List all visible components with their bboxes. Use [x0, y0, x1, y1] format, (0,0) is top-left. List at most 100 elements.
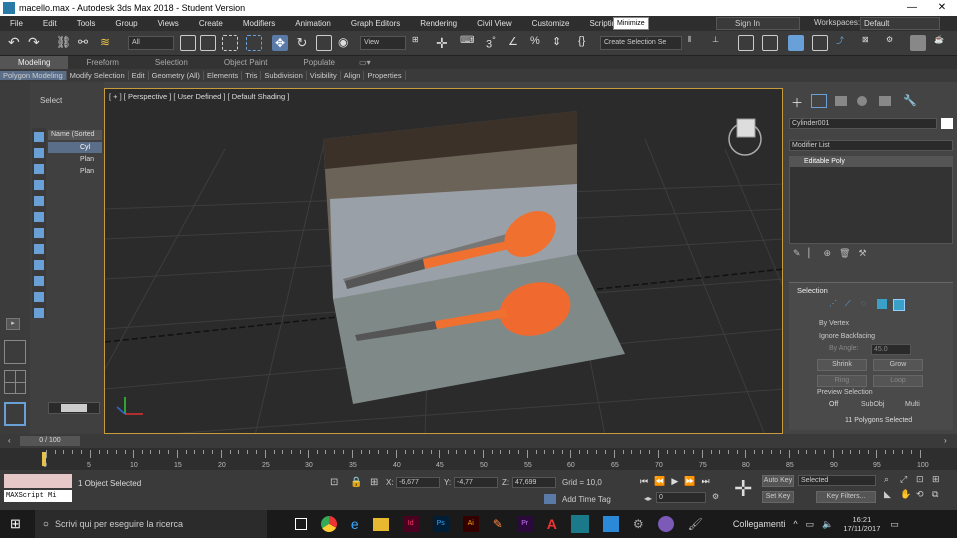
menu-views[interactable]: Views — [148, 19, 189, 28]
named-selection-dropdown[interactable]: Create Selection Se — [600, 36, 682, 50]
close-button[interactable]: ✕ — [927, 0, 957, 16]
zoom-icon[interactable]: ⌕ — [884, 474, 900, 485]
scale-icon[interactable] — [316, 35, 332, 51]
menu-animation[interactable]: Animation — [285, 19, 341, 28]
next-frame-icon[interactable]: ⏩ — [684, 476, 695, 487]
align-icon[interactable]: ⊥ — [712, 35, 728, 51]
expand-panel-icon[interactable]: ▸ — [6, 318, 20, 330]
ring-button[interactable]: Ring — [817, 375, 867, 387]
maxscript-listener-pink[interactable] — [4, 474, 72, 488]
make-unique-icon[interactable]: ⊕ — [823, 248, 831, 262]
tab-selection[interactable]: Selection — [137, 56, 206, 69]
menu-tools[interactable]: Tools — [67, 19, 106, 28]
keyboard-shortcut-icon[interactable]: ⌨ — [460, 35, 476, 51]
paint-icon[interactable]: 🖌 — [688, 517, 703, 531]
select-object-icon[interactable] — [180, 35, 196, 51]
show-end-result-icon[interactable]: ▏ — [809, 248, 816, 262]
viewport-layout-quad-icon[interactable] — [4, 370, 26, 394]
ribbon-options-icon[interactable]: ▭▾ — [353, 56, 377, 69]
taskbar-search[interactable]: ○ Scrivi qui per eseguire la ricerca — [34, 510, 267, 538]
filter-cameras-icon[interactable] — [34, 180, 44, 190]
time-slider[interactable]: 0 / 100 — [20, 436, 80, 446]
time-prev-icon[interactable]: ‹ — [8, 436, 11, 445]
acrobat-icon[interactable]: A — [547, 516, 557, 532]
ribbon-elements[interactable]: Elements — [204, 71, 243, 80]
time-tag-icon[interactable] — [544, 494, 556, 504]
ribbon-properties[interactable]: Properties — [364, 71, 406, 80]
filter-shapes-icon[interactable] — [34, 148, 44, 158]
select-manipulate-icon[interactable]: ✛ — [436, 35, 452, 51]
place-icon[interactable]: ◉ — [338, 35, 354, 51]
filter-containers-icon[interactable] — [34, 276, 44, 286]
curve-editor-icon[interactable]: ⤴ — [836, 35, 852, 51]
link-icon[interactable]: ⛓ — [56, 35, 72, 51]
element-mode-icon[interactable] — [893, 299, 905, 311]
tray-links-text[interactable]: Collegamenti — [733, 519, 786, 529]
sign-in-dropdown[interactable]: Sign In — [716, 17, 800, 30]
minimize-button[interactable]: — — [897, 0, 927, 16]
settings-icon[interactable]: ⚙ — [633, 517, 644, 531]
filter-spacewarps-icon[interactable] — [34, 212, 44, 222]
selection-filter-dropdown[interactable]: All — [128, 36, 174, 50]
loop-button[interactable]: Loop — [873, 375, 923, 387]
filter-hidden-icon[interactable] — [34, 308, 44, 318]
vertex-mode-icon[interactable]: ⋰ — [829, 299, 839, 309]
file-explorer-icon[interactable] — [372, 517, 389, 531]
auto-key-button[interactable]: Auto Key — [762, 475, 794, 487]
menu-edit[interactable]: Edit — [33, 19, 67, 28]
ribbon-geometry-all[interactable]: Geometry (All) — [149, 71, 204, 80]
chrome-icon[interactable] — [320, 516, 337, 532]
task-view-icon[interactable] — [294, 518, 307, 530]
tray-up-icon[interactable]: ^ — [793, 519, 797, 529]
z-coordinate-field[interactable]: 47,699 — [512, 477, 556, 488]
reference-coordinate-dropdown[interactable]: View — [360, 36, 406, 50]
unlink-icon[interactable]: ⚯ — [78, 35, 94, 51]
go-to-end-icon[interactable]: ⏭ — [701, 476, 709, 487]
explorer-column-header[interactable]: Name (Sorted — [48, 130, 102, 140]
render-setup-icon[interactable]: ⚙ — [886, 35, 902, 51]
menu-rendering[interactable]: Rendering — [410, 19, 467, 28]
zoom-extents-icon[interactable]: ⊡ — [916, 474, 932, 485]
ignore-backfacing-checkbox[interactable]: Ignore Backfacing — [819, 333, 875, 340]
key-filters-button[interactable]: Key Filters... — [816, 491, 876, 503]
menu-modifiers[interactable]: Modifiers — [233, 19, 285, 28]
start-icon[interactable]: ⊞ — [10, 516, 21, 532]
explorer-row[interactable]: Plan — [48, 166, 102, 177]
y-coordinate-field[interactable]: -4,77 — [454, 477, 498, 488]
key-selection-dropdown[interactable]: Selected — [798, 475, 876, 486]
photoshop-icon[interactable]: Ps — [432, 516, 449, 532]
filter-bones-icon[interactable] — [34, 260, 44, 270]
network-icon[interactable]: ▭ — [806, 519, 815, 530]
mirror-icon[interactable]: ⫴ — [688, 35, 704, 51]
selection-lock-icon[interactable]: 🔒 — [350, 477, 362, 488]
filter-frozen-icon[interactable] — [34, 292, 44, 302]
menu-customize[interactable]: Customize — [522, 19, 580, 28]
object-color-swatch[interactable] — [941, 118, 953, 129]
ribbon-modify-selection[interactable]: Modify Selection — [67, 71, 129, 80]
key-mode-icon[interactable]: ◂▸ — [644, 494, 652, 503]
rendered-frame-icon[interactable] — [910, 35, 926, 51]
tab-freeform[interactable]: Freeform — [68, 56, 136, 69]
bind-spacewarp-icon[interactable]: ≋ — [100, 35, 116, 51]
edge-icon[interactable]: e — [351, 516, 359, 532]
current-frame-field[interactable]: 0 — [656, 492, 706, 503]
by-vertex-checkbox[interactable]: By Vertex — [819, 320, 849, 327]
perspective-viewport[interactable]: [ + ] [ Perspective ] [ User Defined ] [… — [104, 88, 783, 434]
object-name-field[interactable]: Cylinder001 — [789, 118, 937, 129]
app-circle-icon[interactable] — [657, 516, 674, 532]
menu-graph-editors[interactable]: Graph Editors — [341, 19, 410, 28]
remove-modifier-icon[interactable]: 🗑 — [839, 248, 850, 262]
redo-icon[interactable]: ↷ — [28, 35, 44, 51]
ribbon-visibility[interactable]: Visibility — [307, 71, 341, 80]
menu-group[interactable]: Group — [105, 19, 147, 28]
sketch-app-icon[interactable]: ✎ — [493, 517, 503, 531]
window-crossing-icon[interactable] — [246, 35, 262, 51]
filter-helpers-icon[interactable] — [34, 196, 44, 206]
create-tab-icon[interactable]: ＋ — [791, 94, 803, 111]
time-config-icon[interactable]: ⚙ — [712, 492, 719, 501]
pan-icon[interactable]: ✋ — [900, 489, 916, 500]
filter-groups-icon[interactable] — [34, 228, 44, 238]
x-coordinate-field[interactable]: -6,677 — [396, 477, 440, 488]
tab-populate[interactable]: Populate — [285, 56, 353, 69]
pin-stack-icon[interactable]: ✎ — [793, 248, 801, 262]
